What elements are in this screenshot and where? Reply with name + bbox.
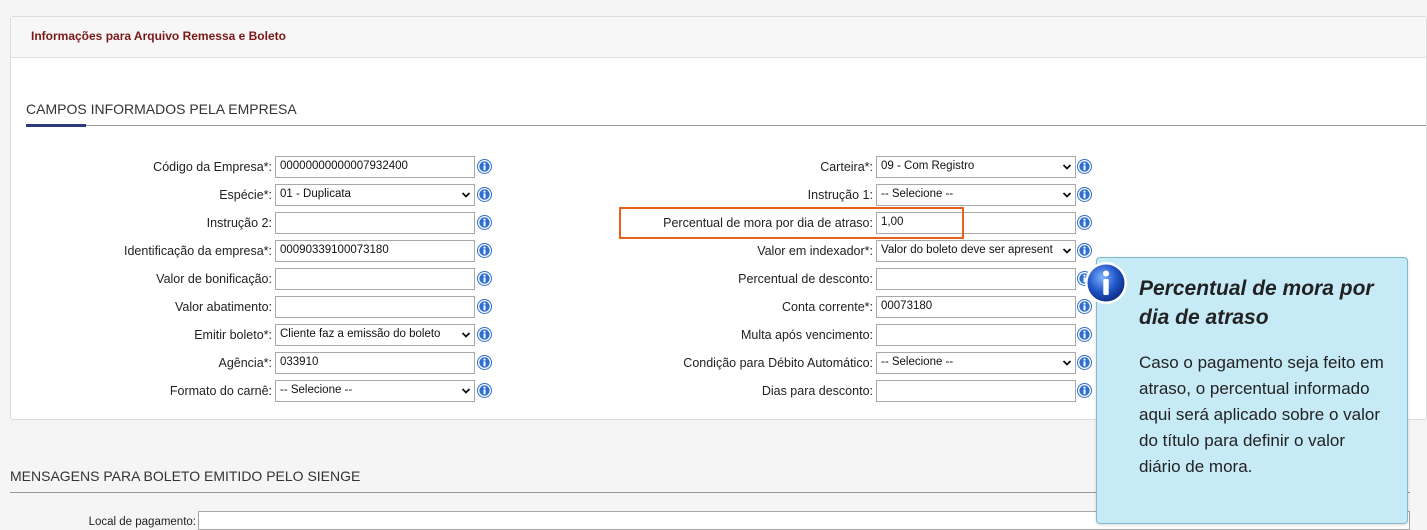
chevron-down-icon [1062, 360, 1072, 366]
conta-corrente-value: 00073180 [881, 300, 933, 312]
dias-para-desconto-input[interactable] [876, 380, 1076, 402]
info-icon[interactable] [1077, 355, 1092, 370]
percentual-de-desconto-label: Percentual de desconto: [738, 272, 873, 286]
info-icon[interactable] [1077, 215, 1092, 230]
valor-em-indexador-label: Valor em indexador*: [757, 244, 873, 258]
conta-corrente-input[interactable]: 00073180 [876, 296, 1076, 318]
section-divider [26, 125, 1426, 126]
valor-em-indexador-select[interactable]: Valor do boleto deve ser apresent [876, 240, 1076, 262]
section-title-campos-empresa: CAMPOS INFORMADOS PELA EMPRESA [26, 101, 297, 117]
info-icon[interactable] [1077, 187, 1092, 202]
percentual-de-desconto-input[interactable] [876, 268, 1076, 290]
form-row-instrucao-1: Instrução 1: -- Selecione -- [0, 184, 1427, 206]
condicao-para-debito-automatico-select[interactable]: -- Selecione -- [876, 352, 1076, 374]
form-row-carteira: Carteira*: 09 - Com Registro [0, 156, 1427, 178]
panel-title: Informações para Arquivo Remessa e Bolet… [31, 29, 286, 43]
chevron-down-icon [1062, 192, 1072, 198]
info-icon[interactable] [1077, 159, 1092, 174]
condicao-para-debito-automatico-value: -- Selecione -- [881, 356, 954, 368]
instrucao-1-value: -- Selecione -- [881, 188, 954, 200]
condicao-para-debito-automatico-label: Condição para Débito Automático: [683, 356, 873, 370]
dias-para-desconto-label: Dias para desconto: [761, 384, 873, 398]
carteira-label: Carteira*: [820, 160, 873, 174]
local-pagamento-label: Local de pagamento: [88, 516, 196, 528]
chevron-down-icon [1062, 164, 1072, 170]
highlight-box [619, 207, 964, 239]
tooltip-title: Percentual de mora por dia de atraso [1139, 277, 1374, 329]
panel-header: Informações para Arquivo Remessa e Bolet… [11, 17, 1426, 58]
carteira-select[interactable]: 09 - Com Registro [876, 156, 1076, 178]
valor-em-indexador-value: Valor do boleto deve ser apresent [881, 244, 1053, 256]
carteira-value: 09 - Com Registro [881, 160, 975, 172]
section-divider-accent [26, 124, 86, 127]
multa-apos-vencimento-label: Multa após vencimento: [740, 328, 873, 342]
multa-apos-vencimento-input[interactable] [876, 324, 1076, 346]
info-icon[interactable] [1077, 327, 1092, 342]
chevron-down-icon [1062, 248, 1072, 254]
info-icon[interactable] [1077, 383, 1092, 398]
conta-corrente-label: Conta corrente*: [781, 300, 873, 314]
instrucao-1-label: Instrução 1: [807, 188, 873, 202]
info-icon [1085, 262, 1127, 304]
section-title-mensagens: MENSAGENS PARA BOLETO EMITIDO PELO SIENG… [10, 468, 361, 484]
instrucao-1-select[interactable]: -- Selecione -- [876, 184, 1076, 206]
help-tooltip: Percentual de mora por dia de atraso Cas… [1085, 257, 1408, 524]
info-icon[interactable] [1077, 243, 1092, 258]
tooltip-body: Caso o pagamento seja feito em atraso, o… [1139, 353, 1384, 476]
